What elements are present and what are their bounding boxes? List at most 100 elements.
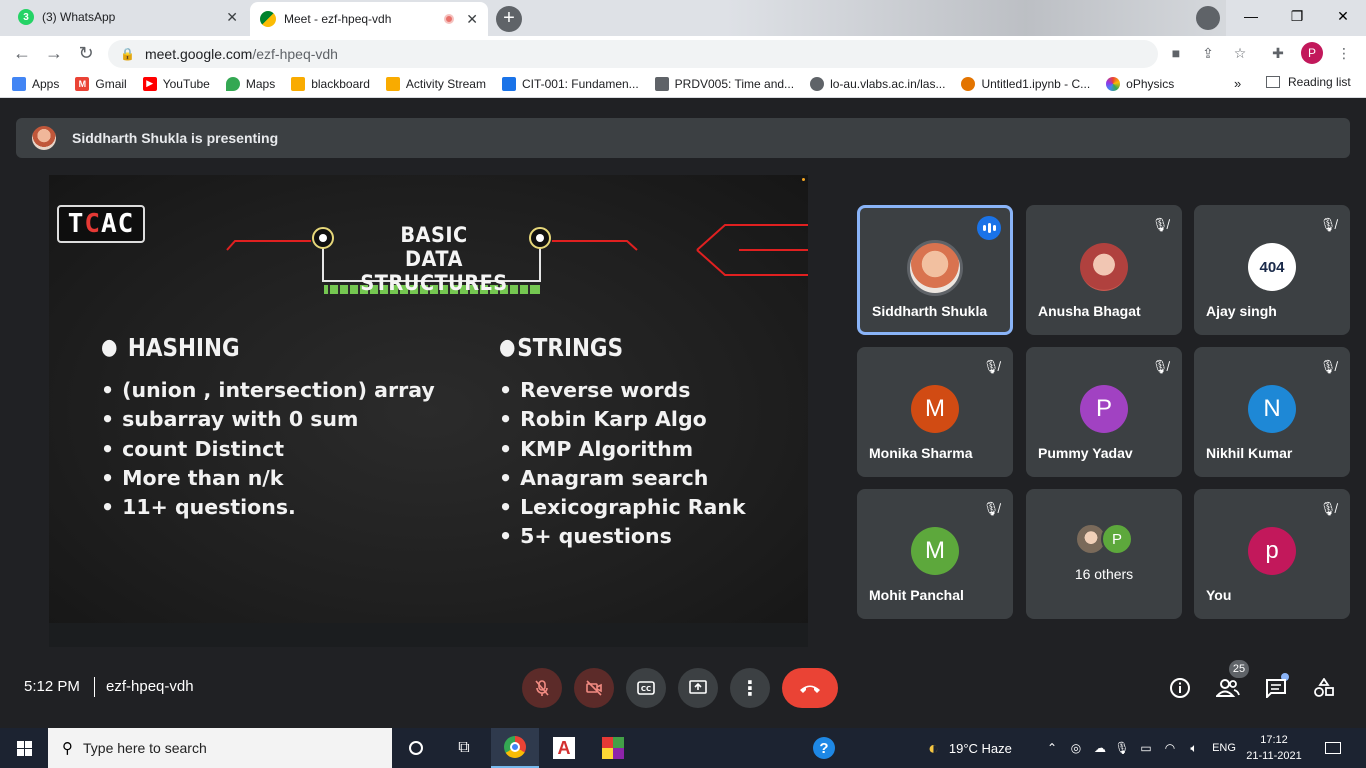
mic-off-icon <box>535 680 549 696</box>
meeting-time: 5:12 PM <box>24 678 80 695</box>
bookmark-apps[interactable]: Apps <box>12 76 59 91</box>
bullet-icon: ● <box>101 335 118 360</box>
address-bar[interactable]: 🔒 meet.google.com/ezf-hpeq-vdh <box>108 40 1158 68</box>
cloud-icon[interactable]: ☁ <box>1092 740 1108 756</box>
close-window-button[interactable]: ✕ <box>1320 0 1366 32</box>
chrome-taskbar-button[interactable] <box>491 728 539 768</box>
bookmark-youtube[interactable]: ▶ YouTube <box>142 76 210 91</box>
meet-icon <box>260 11 276 27</box>
cortana-circle-icon <box>409 741 423 755</box>
back-button[interactable]: ← <box>10 41 34 65</box>
participant-tile[interactable]: 🎙︎̸ P Pummy Yadav <box>1026 347 1182 477</box>
bookmarks-bar: Apps M Gmail ▶ YouTube Maps blackboard Act… <box>0 70 1366 98</box>
windows-logo-icon <box>16 740 32 756</box>
avatar: M <box>911 385 959 433</box>
weather-text: 19°C Haze <box>948 740 1012 756</box>
tray-app-icon[interactable]: ◎ <box>1068 740 1084 756</box>
camera-toggle-button[interactable] <box>574 668 614 708</box>
leave-call-button[interactable] <box>782 668 838 708</box>
bookmark-colab[interactable]: Untitled1.ipynb - C... <box>961 76 1091 91</box>
bookmark-vlabs[interactable]: lo-au.vlabs.ac.in/las... <box>810 76 945 91</box>
participant-tile[interactable]: 🎙︎̸ M Mohit Panchal <box>857 489 1013 619</box>
reload-button[interactable]: ↻ <box>74 41 98 65</box>
help-taskbar-button[interactable]: ? <box>800 728 848 768</box>
bookmark-activity-stream[interactable]: Activity Stream <box>385 76 486 91</box>
extensions-icon[interactable]: ✚ <box>1268 43 1288 63</box>
profile-avatar[interactable]: P <box>1301 42 1323 64</box>
list-item: Anagram search <box>499 464 746 493</box>
menu-kebab-icon[interactable]: ⋮ <box>1334 43 1354 63</box>
more-bookmarks-button[interactable]: » <box>1234 76 1241 91</box>
taskbar-clock[interactable]: 17:12 21-11-2021 <box>1244 732 1304 764</box>
weather-widget[interactable]: ◐ 19°C Haze <box>928 728 1012 768</box>
share-icon[interactable]: ⇪ <box>1198 43 1218 63</box>
mic-off-icon: 🎙︎̸ <box>982 359 1000 374</box>
notifications-icon[interactable] <box>1324 740 1342 756</box>
bookmark-ophysics[interactable]: oPhysics <box>1106 76 1174 91</box>
volume-icon[interactable]: 🔈︎ <box>1186 740 1202 756</box>
camera-in-use-icon[interactable]: ■ <box>1166 43 1186 63</box>
new-tab-button[interactable]: + <box>496 6 522 32</box>
bookmark-maps[interactable]: Maps <box>225 76 275 91</box>
mic-off-icon: 🎙︎̸ <box>1319 501 1337 516</box>
bookmark-cit-001[interactable]: CIT-001: Fundamen... <box>501 76 639 91</box>
language-indicator[interactable]: ENG <box>1210 740 1238 756</box>
shared-screen: TCAC BASIC DATA STRUCTURES ● HASHING (uni… <box>49 175 808 647</box>
bookmark-star-icon[interactable]: ☆ <box>1230 43 1250 63</box>
others-tile[interactable]: P 16 others <box>1026 489 1182 619</box>
minimize-button[interactable]: — <box>1228 0 1274 32</box>
bookmark-prdv005[interactable]: PRDV005: Time and... <box>654 76 794 91</box>
participant-tile[interactable]: 🎙︎̸ Anusha Bhagat <box>1026 205 1182 335</box>
bookmark-blackboard[interactable]: blackboard <box>291 76 370 91</box>
tab-meet[interactable]: Meet - ezf-hpeq-vdh ✕ <box>250 2 488 36</box>
tab-search-icon[interactable] <box>1196 6 1220 30</box>
battery-icon[interactable]: ▭ <box>1138 740 1154 756</box>
present-now-button[interactable] <box>678 668 718 708</box>
clock-date: 21-11-2021 <box>1246 750 1302 762</box>
lock-icon: 🔒 <box>120 47 135 61</box>
participant-tile[interactable]: 🎙︎̸ N Nikhil Kumar <box>1194 347 1350 477</box>
slide-bottom-strip <box>49 623 808 647</box>
more-options-button[interactable]: ⋮ <box>730 668 770 708</box>
app-taskbar-button[interactable] <box>589 728 637 768</box>
bookmark-label: Untitled1.ipynb - C... <box>981 76 1091 91</box>
captions-button[interactable]: CC <box>626 668 666 708</box>
close-tab-icon[interactable]: ✕ <box>226 9 238 26</box>
self-tile[interactable]: 🎙︎̸ p You <box>1194 489 1350 619</box>
meeting-details-button[interactable] <box>1168 676 1192 700</box>
forward-button[interactable]: → <box>42 41 66 65</box>
bookmark-label: CIT-001: Fundamen... <box>521 76 639 91</box>
tab-whatsapp[interactable]: 3 (3) WhatsApp ✕ <box>8 2 248 32</box>
avatar: P <box>1101 523 1133 555</box>
bookmark-label: blackboard <box>311 76 370 91</box>
participant-tile[interactable]: Siddharth Shukla <box>857 205 1013 335</box>
address-domain: meet.google.com <box>144 46 253 62</box>
taskbar-search[interactable]: ⚲ Type here to search <box>48 728 392 768</box>
people-button[interactable] <box>1216 676 1240 700</box>
wifi-icon[interactable]: ◠ <box>1162 740 1178 756</box>
maximize-button[interactable]: ❐ <box>1274 0 1320 32</box>
start-button[interactable] <box>0 728 48 768</box>
microphone-tray-icon[interactable]: 🎙︎ <box>1114 740 1130 756</box>
participant-name: Monika Sharma <box>869 445 973 461</box>
hashing-header: ● HASHING <box>101 333 388 362</box>
task-view-button[interactable]: ⧉ <box>440 728 488 768</box>
tab-title: Meet - ezf-hpeq-vdh <box>284 12 392 26</box>
bookmark-gmail[interactable]: M Gmail <box>75 76 127 91</box>
acrobat-taskbar-button[interactable]: A <box>540 728 588 768</box>
activities-button[interactable] <box>1312 676 1336 700</box>
list-item: Reverse words <box>499 376 746 405</box>
participant-tile[interactable]: 🎙︎̸ 404 Ajay singh <box>1194 205 1350 335</box>
reading-list-button[interactable]: Reading list <box>1266 75 1351 89</box>
participant-tile[interactable]: 🎙︎̸ M Monika Sharma <box>857 347 1013 477</box>
close-tab-icon[interactable]: ✕ <box>466 11 478 28</box>
list-item: Lexicographic Rank <box>499 493 746 522</box>
chat-button[interactable] <box>1264 676 1288 700</box>
show-hidden-icons-button[interactable]: ⌃ <box>1044 740 1060 756</box>
browser-toolbar: ← → ↻ 🔒 meet.google.com/ezf-hpeq-vdh ■ ⇪… <box>0 36 1366 70</box>
presenting-text: Siddharth Shukla is presenting <box>72 130 279 146</box>
mic-toggle-button[interactable] <box>522 668 562 708</box>
cortana-button[interactable] <box>392 728 440 768</box>
column-header: HASHING <box>127 333 240 362</box>
mic-off-icon: 🎙︎̸ <box>1319 217 1337 232</box>
